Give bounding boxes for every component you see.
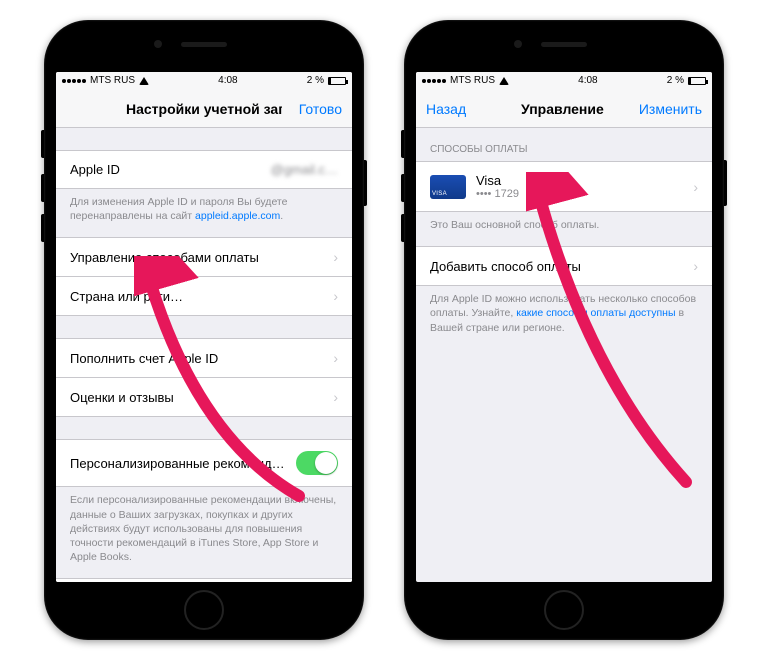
card-brand: Visa bbox=[476, 173, 687, 188]
chevron-right-icon: › bbox=[333, 288, 338, 304]
status-bar: MTS RUS 4:08 2 % bbox=[416, 72, 712, 90]
recommendations-note: Если персонализированные рекомендации вк… bbox=[56, 487, 352, 578]
phone-right: MTS RUS 4:08 2 % Назад Управление Измени… bbox=[404, 20, 724, 640]
earpiece bbox=[541, 42, 587, 47]
done-button[interactable]: Готово bbox=[282, 101, 342, 117]
country-row[interactable]: Страна или реги… › bbox=[56, 277, 352, 316]
add-payment-row[interactable]: Добавить способ оплаты › bbox=[416, 246, 712, 286]
nav-bar: Настройки учетной записи Готово bbox=[56, 90, 352, 128]
apple-id-note: Для изменения Apple ID и пароля Вы будет… bbox=[56, 189, 352, 237]
earpiece bbox=[181, 42, 227, 47]
battery-percent: 2 % bbox=[667, 75, 684, 86]
chevron-right-icon: › bbox=[693, 258, 698, 274]
apple-id-row[interactable]: Apple ID @gmail.c… bbox=[56, 150, 352, 189]
payment-availability-link[interactable]: какие способы оплаты доступны bbox=[516, 307, 675, 319]
chevron-right-icon: › bbox=[333, 389, 338, 405]
signal-icon bbox=[422, 79, 446, 83]
apple-id-value: @gmail.c… bbox=[271, 162, 338, 177]
front-camera bbox=[514, 40, 522, 48]
status-bar: MTS RUS 4:08 2 % bbox=[56, 72, 352, 90]
clock: 4:08 bbox=[578, 75, 597, 86]
screen: MTS RUS 4:08 2 % Настройки учетной запис… bbox=[56, 72, 352, 582]
wifi-icon bbox=[499, 77, 509, 85]
recommendations-row: Персонализированные рекоменд… bbox=[56, 439, 352, 487]
visa-card-icon: VISA bbox=[430, 175, 466, 199]
battery-icon bbox=[328, 77, 346, 85]
card-masked: •••• 1729 bbox=[476, 188, 687, 200]
nav-title: Управление bbox=[486, 101, 639, 117]
carrier-label: MTS RUS bbox=[450, 75, 495, 86]
wifi-icon bbox=[139, 77, 149, 85]
chevron-right-icon: › bbox=[333, 350, 338, 366]
topup-row[interactable]: Пополнить счет Apple ID › bbox=[56, 338, 352, 378]
chevron-right-icon: › bbox=[693, 179, 698, 195]
carrier-label: MTS RUS bbox=[90, 75, 135, 86]
edit-button[interactable]: Изменить bbox=[639, 101, 702, 117]
payment-card-row[interactable]: VISA Visa •••• 1729 › bbox=[416, 161, 712, 212]
reviews-row[interactable]: Оценки и отзывы › bbox=[56, 378, 352, 417]
battery-percent: 2 % bbox=[307, 75, 324, 86]
home-button[interactable] bbox=[184, 590, 224, 630]
appleid-link[interactable]: appleid.apple.com bbox=[195, 210, 280, 222]
phone-left: MTS RUS 4:08 2 % Настройки учетной запис… bbox=[44, 20, 364, 640]
nav-bar: Назад Управление Изменить bbox=[416, 90, 712, 128]
multi-payment-note: Для Apple ID можно использовать нескольк… bbox=[416, 286, 712, 349]
clock: 4:08 bbox=[218, 75, 237, 86]
primary-payment-note: Это Ваш основной способ оплаты. bbox=[416, 212, 712, 246]
front-camera bbox=[154, 40, 162, 48]
manage-payments-row[interactable]: Управление способами оплаты › bbox=[56, 237, 352, 277]
recommendations-toggle[interactable] bbox=[296, 451, 338, 475]
signal-icon bbox=[62, 79, 86, 83]
back-button[interactable]: Назад bbox=[426, 101, 486, 117]
home-button[interactable] bbox=[544, 590, 584, 630]
battery-icon bbox=[688, 77, 706, 85]
nav-title: Настройки учетной записи bbox=[126, 101, 282, 117]
apple-id-label: Apple ID bbox=[70, 162, 271, 177]
screen: MTS RUS 4:08 2 % Назад Управление Измени… bbox=[416, 72, 712, 582]
subscriptions-row[interactable]: Подписки › bbox=[56, 578, 352, 582]
chevron-right-icon: › bbox=[333, 249, 338, 265]
section-header-payments: СПОСОБЫ ОПЛАТЫ bbox=[416, 128, 712, 161]
